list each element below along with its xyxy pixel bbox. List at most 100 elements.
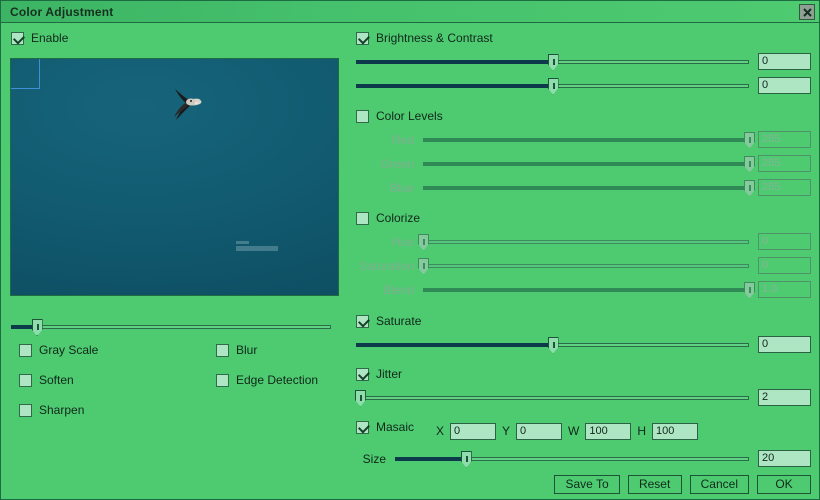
green-value[interactable]: 255 <box>758 155 811 172</box>
blend-value[interactable]: 1.0 <box>758 281 811 298</box>
green-slider[interactable] <box>423 155 755 173</box>
filter-soften[interactable]: Soften <box>19 373 98 387</box>
masaic-w-input[interactable]: 100 <box>585 422 632 440</box>
contrast-slider[interactable] <box>356 77 749 95</box>
slider-track <box>423 263 749 268</box>
dialog-buttons: Save To Reset Cancel OK <box>554 475 811 494</box>
slider-handle[interactable] <box>547 77 559 95</box>
slider-fill <box>356 342 553 347</box>
slider-handle[interactable] <box>547 53 559 71</box>
color-levels-group: Color Levels Red 255 Green 255 Blue 255 <box>356 109 811 203</box>
brightness-slider[interactable] <box>356 53 749 71</box>
saturate-value[interactable]: 0 <box>758 336 811 353</box>
slider-fill <box>356 59 553 64</box>
enable-label: Enable <box>31 31 69 45</box>
slider-fill <box>423 137 749 142</box>
jitter-value[interactable]: 2 <box>758 389 811 406</box>
filter-sharpen[interactable]: Sharpen <box>19 403 98 417</box>
filter-edge-detection[interactable]: Edge Detection <box>216 373 318 387</box>
red-value[interactable]: 255 <box>758 131 811 148</box>
saturate-checkbox-row[interactable]: Saturate <box>356 314 811 328</box>
soften-checkbox[interactable] <box>19 373 32 387</box>
jitter-slider-row: 2 <box>354 389 811 407</box>
blue-slider[interactable] <box>423 179 755 197</box>
brightness-contrast-label: Brightness & Contrast <box>376 31 493 45</box>
color-adjustment-dialog: Color Adjustment Enable Gray Scale Softe… <box>0 0 820 500</box>
close-icon <box>802 7 812 17</box>
selection-rectangle <box>11 59 40 89</box>
slider-handle[interactable] <box>354 389 366 407</box>
saturation-slider[interactable] <box>418 257 749 275</box>
jitter-group: Jitter 2 <box>354 367 811 407</box>
blue-slider-row: Blue 255 <box>356 179 811 197</box>
masaic-size-value[interactable]: 20 <box>758 450 811 467</box>
brightness-value[interactable]: 0 <box>758 53 811 70</box>
enable-checkbox[interactable] <box>11 31 24 45</box>
jitter-slider[interactable] <box>354 389 749 407</box>
masaic-checkbox[interactable] <box>356 420 369 434</box>
green-label: Green <box>380 156 414 171</box>
reset-button[interactable]: Reset <box>627 475 682 494</box>
masaic-label: Masaic <box>376 420 415 434</box>
gray-scale-label: Gray Scale <box>39 343 99 357</box>
blend-slider[interactable] <box>423 281 755 299</box>
filter-gray-scale[interactable]: Gray Scale <box>19 343 98 357</box>
slider-handle[interactable] <box>460 450 472 468</box>
slider-handle[interactable] <box>744 155 755 173</box>
contrast-value[interactable]: 0 <box>758 77 811 94</box>
hue-value[interactable]: 0 <box>758 233 811 250</box>
saturate-slider[interactable] <box>356 336 749 354</box>
hue-label: Hue <box>391 234 414 249</box>
masaic-size-slider[interactable] <box>395 450 749 468</box>
masaic-checkbox-row[interactable]: Masaic <box>356 420 414 434</box>
slider-handle[interactable] <box>744 131 755 149</box>
edge-detection-label: Edge Detection <box>236 373 319 387</box>
saturate-checkbox[interactable] <box>356 314 369 328</box>
save-to-button[interactable]: Save To <box>554 475 620 494</box>
masaic-h-input[interactable]: 100 <box>652 422 699 440</box>
jitter-checkbox[interactable] <box>356 367 369 381</box>
colorize-label: Colorize <box>376 211 421 225</box>
color-levels-checkbox[interactable] <box>356 109 369 123</box>
saturate-slider-row: 0 <box>356 336 811 354</box>
sharpen-checkbox[interactable] <box>19 403 32 417</box>
ok-button[interactable]: OK <box>757 475 811 494</box>
preview-zoom-slider[interactable] <box>11 319 331 336</box>
saturate-label: Saturate <box>376 314 422 328</box>
red-slider[interactable] <box>423 131 755 149</box>
slider-handle[interactable] <box>418 233 429 251</box>
enable-checkbox-row[interactable]: Enable <box>11 31 68 45</box>
close-button[interactable] <box>799 4 815 20</box>
slider-fill <box>423 287 749 292</box>
sharpen-label: Sharpen <box>39 403 85 417</box>
blue-value[interactable]: 255 <box>758 179 811 196</box>
jitter-label: Jitter <box>376 367 403 381</box>
color-levels-checkbox-row[interactable]: Color Levels <box>356 109 811 123</box>
hue-slider[interactable] <box>418 233 749 251</box>
masaic-y-input[interactable]: 0 <box>516 422 563 440</box>
blur-label: Blur <box>236 343 258 357</box>
image-preview[interactable] <box>10 58 339 296</box>
blur-checkbox[interactable] <box>216 343 229 357</box>
slider-handle[interactable] <box>547 336 559 354</box>
masaic-group: Masaic X 0 Y 0 W 100 H 100 Size 20 <box>356 420 811 474</box>
edge-detection-checkbox[interactable] <box>216 373 229 387</box>
slider-fill <box>423 185 749 190</box>
slider-fill <box>423 161 749 166</box>
colorize-checkbox[interactable] <box>356 211 369 225</box>
masaic-header-row: Masaic X 0 Y 0 W 100 H 100 <box>356 420 811 442</box>
brightness-contrast-checkbox[interactable] <box>356 31 369 45</box>
slider-handle[interactable] <box>744 179 755 197</box>
slider-handle[interactable] <box>744 281 755 299</box>
gray-scale-checkbox[interactable] <box>19 343 32 357</box>
jitter-checkbox-row[interactable]: Jitter <box>356 367 811 381</box>
cancel-button[interactable]: Cancel <box>689 475 749 494</box>
slider-handle[interactable] <box>418 257 429 275</box>
masaic-x-input[interactable]: 0 <box>450 422 497 440</box>
colorize-checkbox-row[interactable]: Colorize <box>356 211 811 225</box>
filter-blur[interactable]: Blur <box>216 343 318 357</box>
slider-handle[interactable] <box>31 319 43 336</box>
brightness-contrast-checkbox-row[interactable]: Brightness & Contrast <box>356 31 811 45</box>
right-panel: Brightness & Contrast 0 0 Color Levels R… <box>346 23 819 499</box>
saturation-value[interactable]: 0 <box>758 257 811 274</box>
